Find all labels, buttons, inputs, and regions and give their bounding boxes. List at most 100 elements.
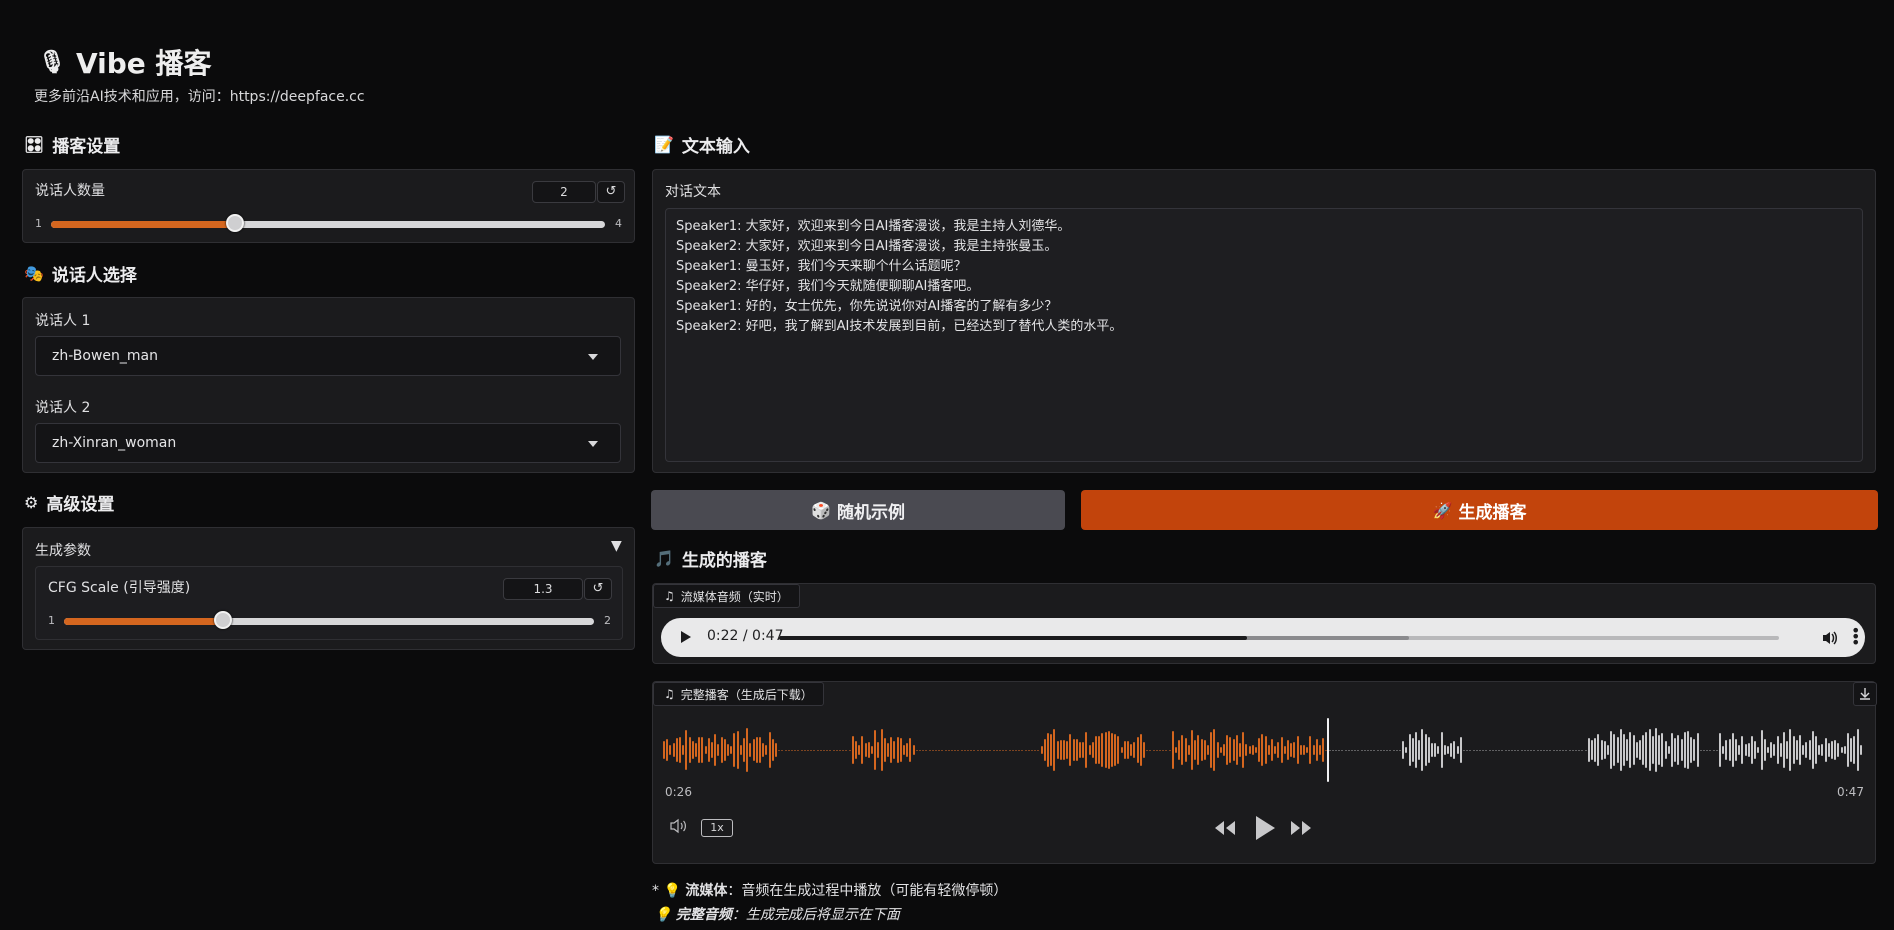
waveform-bar xyxy=(1111,732,1113,768)
waveform-bar xyxy=(691,740,694,760)
accordion-label[interactable]: 生成参数 xyxy=(35,540,91,560)
waveform-bar xyxy=(1552,749,1555,751)
speaker1-dropdown[interactable]: zh-Bowen_man xyxy=(35,336,621,376)
complete-tag: ♫ 完整播客（生成后下载） xyxy=(653,682,824,706)
waveform-bar xyxy=(762,743,765,757)
waveform-bar xyxy=(1783,732,1785,768)
random-example-button[interactable]: 🎲 随机示例 xyxy=(651,490,1065,530)
download-icon[interactable] xyxy=(1853,682,1877,706)
waveform-bar xyxy=(685,730,688,770)
waveform-bar xyxy=(1168,749,1171,751)
waveform-bar xyxy=(960,749,963,751)
waveform-bar xyxy=(947,749,950,751)
waveform-bar xyxy=(1251,745,1254,755)
triangle-down-icon[interactable]: ▼ xyxy=(611,538,622,554)
speaker2-dropdown[interactable]: zh-Xinran_woman xyxy=(35,423,621,463)
waveform-bar xyxy=(1011,749,1014,751)
waveform-bar xyxy=(1299,745,1302,755)
waveform-bar xyxy=(778,749,781,751)
note-streaming-bold: 流媒体 xyxy=(685,883,728,899)
waveform-bar xyxy=(1139,734,1142,766)
waveform-bar xyxy=(1277,741,1280,759)
waveform-bar xyxy=(1648,728,1651,771)
slider-thumb[interactable] xyxy=(214,611,232,629)
waveform-bar xyxy=(1165,749,1168,751)
waveform-bar xyxy=(935,749,937,751)
speaker-count-label: 说话人数量 xyxy=(35,183,105,199)
waveform-bar xyxy=(1123,741,1126,759)
chevron-down-icon xyxy=(588,354,598,360)
dialogue-textarea[interactable]: Speaker1: 大家好，欢迎来到今日AI播客漫谈，我是主持人刘德华。 Spe… xyxy=(665,208,1863,462)
advanced-header-text: 高级设置 xyxy=(46,495,115,515)
waveform-bar xyxy=(1683,732,1686,768)
waveform-bar xyxy=(944,749,947,751)
waveform-bar xyxy=(1056,741,1059,759)
music-note-icon: ♫ xyxy=(664,589,675,603)
waveform-bar xyxy=(1027,749,1030,751)
waveform-bar xyxy=(973,749,976,751)
waveform-bar xyxy=(1773,744,1776,756)
waveform-bar xyxy=(669,745,672,755)
waveform-bar xyxy=(810,749,813,751)
slider-thumb[interactable] xyxy=(226,214,244,232)
waveform-bar xyxy=(1495,749,1497,751)
waveform-bar xyxy=(1463,749,1465,751)
waveform-bar xyxy=(1856,729,1859,771)
playhead[interactable] xyxy=(1327,718,1329,782)
generate-button[interactable]: 🚀 生成播客 xyxy=(1081,490,1878,530)
bulb-icon: 💡 xyxy=(654,907,672,923)
waveform-bar xyxy=(1843,745,1846,755)
waveform-bar xyxy=(813,749,816,751)
play-icon[interactable] xyxy=(1253,814,1277,842)
rewind-icon[interactable] xyxy=(1213,819,1237,837)
waveform-bar xyxy=(1677,735,1680,765)
reset-icon[interactable]: ↺ xyxy=(597,181,625,203)
waveform-bar xyxy=(1629,731,1632,769)
volume-icon[interactable] xyxy=(1821,629,1839,647)
waveform-bar xyxy=(1264,735,1267,765)
waveform-bar xyxy=(1523,749,1526,751)
waveform-bar xyxy=(1296,735,1299,765)
waveform[interactable] xyxy=(663,718,1863,782)
speed-button[interactable]: 1x xyxy=(701,819,733,837)
forward-icon[interactable] xyxy=(1289,819,1313,837)
streaming-progress[interactable] xyxy=(779,636,1779,640)
waveform-bar xyxy=(1779,742,1782,758)
waveform-bar xyxy=(1303,744,1305,756)
waveform-bar xyxy=(1155,749,1158,751)
reset-icon[interactable]: ↺ xyxy=(584,578,612,600)
more-icon[interactable]: • • • xyxy=(1851,623,1860,651)
speaker-count-input[interactable]: 2 xyxy=(532,181,596,203)
volume-icon[interactable] xyxy=(669,817,691,835)
waveform-bar xyxy=(1859,745,1862,755)
waveform-bar xyxy=(1450,743,1453,757)
waveform-bar xyxy=(867,741,870,759)
waveform-bar xyxy=(1194,739,1197,761)
waveform-bar xyxy=(1053,728,1056,772)
waveform-bar xyxy=(1104,731,1107,769)
waveform-bar xyxy=(1114,734,1117,766)
waveform-bar xyxy=(1370,749,1373,751)
waveform-bar xyxy=(1591,739,1593,760)
waveform-bar xyxy=(1399,749,1401,751)
waveform-bar xyxy=(701,736,704,764)
waveform-bar xyxy=(1248,746,1251,754)
text-input-header-text: 文本输入 xyxy=(681,137,750,157)
waveform-bar xyxy=(1840,746,1843,754)
speaker-count-slider[interactable] xyxy=(51,214,605,232)
waveform-bar xyxy=(1661,733,1664,767)
waveform-bar xyxy=(1351,749,1353,751)
waveform-bar xyxy=(1063,740,1065,760)
waveform-bar xyxy=(1763,738,1766,762)
play-icon[interactable] xyxy=(681,631,691,643)
waveform-bar xyxy=(765,744,768,756)
waveform-bar xyxy=(1741,735,1744,765)
cfg-input[interactable]: 1.3 xyxy=(503,578,583,600)
slider-min: 1 xyxy=(35,217,42,230)
waveform-bar xyxy=(1539,749,1542,751)
cfg-slider[interactable] xyxy=(64,611,594,629)
waveform-bar xyxy=(983,749,985,751)
waveform-bar xyxy=(1536,749,1539,751)
waveform-bar xyxy=(1735,738,1737,762)
waveform-bar xyxy=(781,749,784,751)
